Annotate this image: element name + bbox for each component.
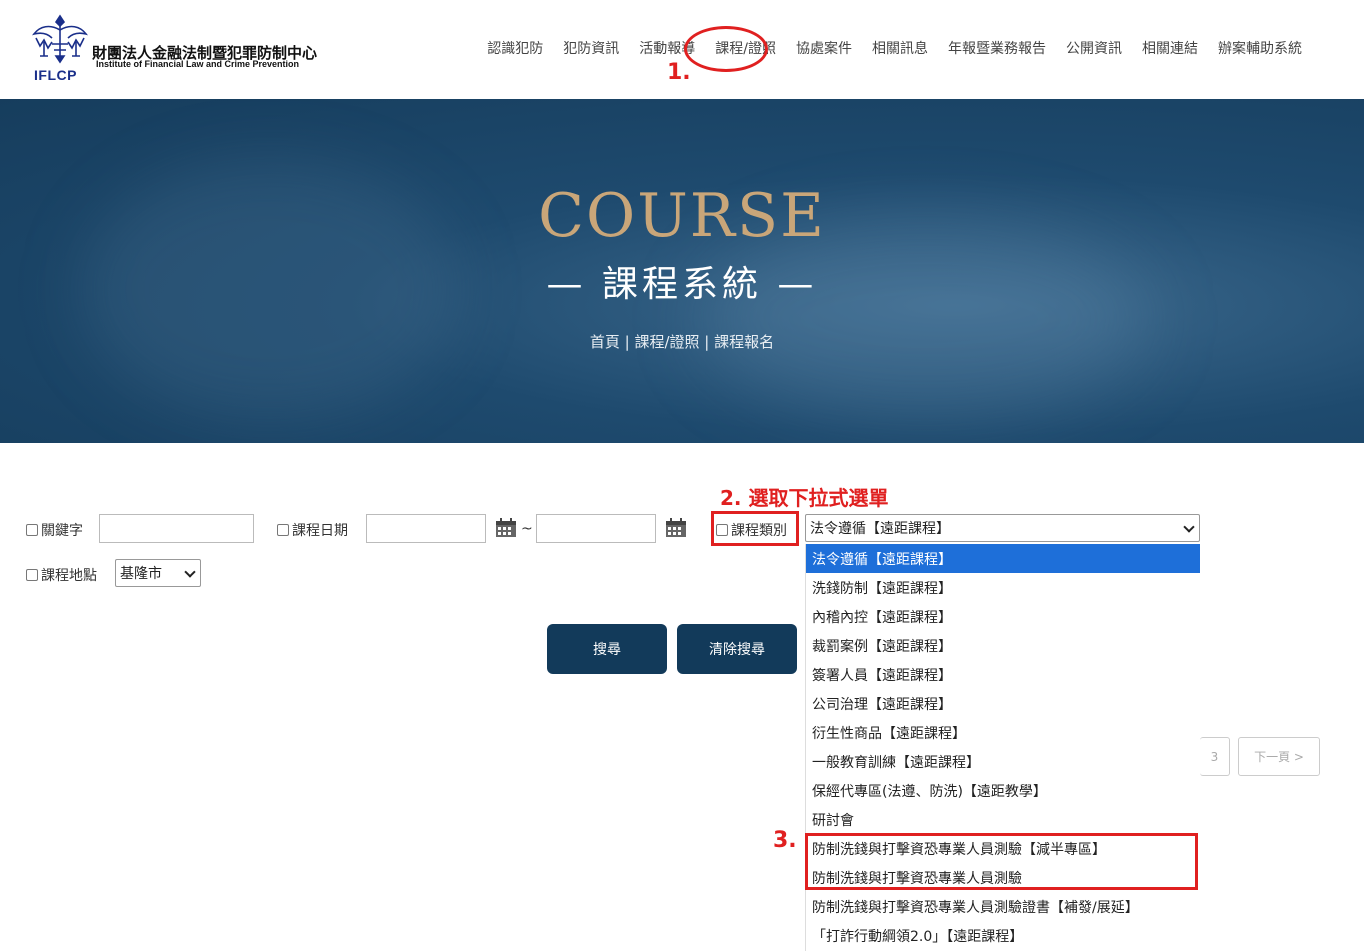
search-button[interactable]: 搜尋	[547, 624, 667, 674]
annotation-step1: 1.	[667, 60, 691, 85]
location-filter-label: 課程地點	[26, 565, 97, 585]
category-option[interactable]: 保經代專區(法遵、防洗)【遠距教學】	[806, 776, 1200, 805]
category-option[interactable]: 「打詐行動綱領2.0」【遠距課程】	[806, 921, 1200, 950]
date-filter-label: 課程日期	[277, 520, 348, 540]
keyword-filter-label: 關鍵字	[26, 520, 83, 540]
annotation-box-step3	[805, 833, 1198, 890]
nav-item-about[interactable]: 認識犯防	[477, 38, 553, 58]
category-option[interactable]: 公司治理【遠距課程】	[806, 689, 1200, 718]
pagination-page-3[interactable]: 3	[1200, 737, 1230, 776]
category-option[interactable]: 法令遵循【遠距課程】	[806, 544, 1200, 573]
category-option[interactable]: 防制洗錢與打擊資恐專業人員測驗證書【補發/展延】	[806, 892, 1200, 921]
site-logo[interactable]: 財團法人金融法制暨犯罪防制中心 Institute of Financial L…	[30, 12, 330, 86]
keyword-checkbox[interactable]	[26, 524, 38, 536]
pagination-next-button[interactable]: 下一頁 >	[1238, 737, 1320, 776]
logo-english-name: Institute of Financial Law and Crime Pre…	[96, 59, 300, 69]
nav-item-news[interactable]: 相關訊息	[862, 38, 938, 58]
hero-title: COURSE	[538, 181, 826, 251]
main-nav: 認識犯防 犯防資訊 活動報導 課程/證照 協處案件 相關訊息 年報暨業務報告 公…	[477, 38, 1312, 58]
category-option[interactable]: 研討會	[806, 805, 1200, 834]
hero-subtitle: — 課程系統 —	[546, 264, 818, 305]
nav-item-public-info[interactable]: 公開資訊	[1056, 38, 1132, 58]
location-checkbox[interactable]	[26, 569, 38, 581]
nav-item-cases[interactable]: 協處案件	[786, 38, 862, 58]
date-from-input[interactable]	[366, 514, 486, 543]
date-checkbox[interactable]	[277, 524, 289, 536]
nav-item-links[interactable]: 相關連結	[1132, 38, 1208, 58]
annotation-box-step2	[711, 511, 799, 546]
category-select[interactable]: 法令遵循【遠距課程】	[805, 514, 1200, 542]
location-selected-value: 基隆市	[120, 566, 162, 582]
chevron-down-icon	[184, 566, 196, 578]
category-option[interactable]: 洗錢防制【遠距課程】	[806, 573, 1200, 602]
location-select[interactable]: 基隆市	[115, 559, 201, 587]
logo-abbreviation: IFLCP	[34, 67, 77, 83]
date-to-input[interactable]	[536, 514, 656, 543]
chevron-down-icon	[1183, 521, 1195, 533]
category-selected-value: 法令遵循【遠距課程】	[810, 521, 950, 537]
category-option[interactable]: 一般教育訓練【遠距課程】	[806, 747, 1200, 776]
date-label-text: 課程日期	[292, 523, 348, 539]
annotation-circle-step1	[684, 26, 768, 72]
nav-item-annual-report[interactable]: 年報暨業務報告	[938, 38, 1056, 58]
category-option[interactable]: 衍生性商品【遠距課程】	[806, 718, 1200, 747]
keyword-input[interactable]	[99, 514, 254, 543]
clear-search-button[interactable]: 清除搜尋	[677, 624, 797, 674]
calendar-icon[interactable]	[495, 518, 517, 538]
breadcrumb: 首頁 | 課程/證照 | 課程報名	[589, 333, 775, 351]
annotation-step2: 2. 選取下拉式選單	[720, 486, 889, 510]
category-option[interactable]: 裁罰案例【遠距課程】	[806, 631, 1200, 660]
location-label-text: 課程地點	[41, 568, 97, 584]
category-option[interactable]: 簽署人員【遠距課程】	[806, 660, 1200, 689]
nav-item-case-system[interactable]: 辦案輔助系統	[1208, 38, 1312, 58]
category-option[interactable]: 內稽內控【遠距課程】	[806, 602, 1200, 631]
calendar-icon[interactable]	[665, 518, 687, 538]
date-range-separator: ~	[521, 521, 533, 537]
keyword-label-text: 關鍵字	[41, 523, 83, 539]
annotation-step3: 3.	[773, 828, 797, 853]
nav-item-info[interactable]: 犯防資訊	[553, 38, 629, 58]
hero-banner: COURSE — 課程系統 — 首頁 | 課程/證照 | 課程報名	[0, 99, 1364, 443]
